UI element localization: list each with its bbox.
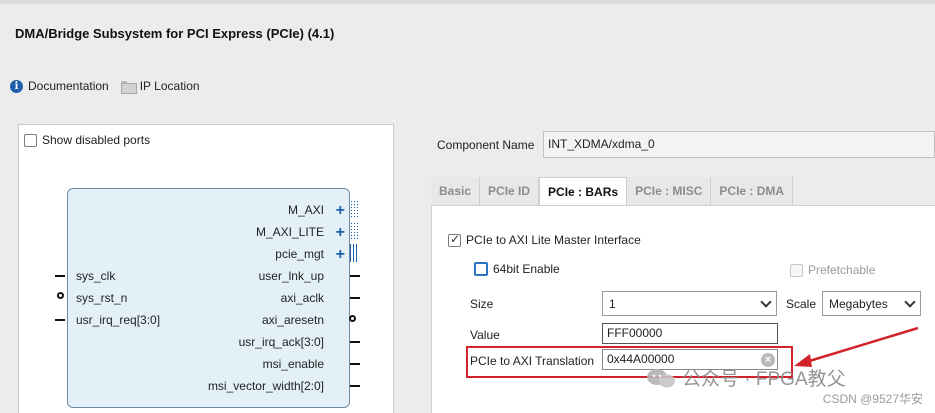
value-label: Value [470, 328, 500, 342]
bus-m-axi-lite-icon [350, 222, 359, 240]
prefetchable-checkbox[interactable]: Prefetchable [790, 263, 875, 277]
show-disabled-ports-label: Show disabled ports [42, 133, 151, 147]
port-axi-aclk: axi_aclk [280, 291, 324, 305]
toolbar: i Documentation IP Location [10, 79, 200, 94]
tab-pcie-id[interactable]: PCIe ID [480, 177, 540, 206]
documentation-label: Documentation [28, 79, 109, 93]
tab-bar: Basic PCIe ID PCIe : BARs PCIe : MISC PC… [431, 177, 794, 206]
enable64-checkbox[interactable]: 64bit Enable [474, 262, 560, 276]
enable64-label: 64bit Enable [493, 262, 560, 276]
checkbox-box[interactable] [24, 133, 37, 147]
bus-m-axi-icon [350, 200, 359, 218]
wechat-logo-icon [647, 368, 675, 387]
expand-m-axi-lite-icon[interactable]: + [336, 225, 345, 241]
pin-usr-irq-ack [350, 341, 360, 343]
port-msi-vector-width: msi_vector_width[2:0] [207, 379, 324, 393]
show-disabled-ports-checkbox[interactable]: Show disabled ports [24, 133, 150, 147]
lite-master-label: PCIe to AXI Lite Master Interface [466, 233, 641, 247]
csdn-watermark: CSDN @9527华安 [822, 392, 923, 406]
pin-sys-clk [55, 275, 65, 277]
pin-msi-vector-width [350, 385, 360, 387]
scale-label: Scale [786, 297, 817, 311]
pin-usr-irq-req [55, 319, 65, 321]
port-usr-irq-ack: usr_irq_ack[3:0] [238, 335, 324, 349]
ip-block: M_AXI M_AXI_LITE pcie_mgt user_lnk_up ax… [67, 188, 350, 408]
pin-axi-aresetn-inverted [349, 315, 356, 322]
port-sys-rst-n: sys_rst_n [76, 291, 128, 305]
size-label: Size [470, 297, 494, 311]
pin-user-lnk-up [350, 275, 360, 277]
checkbox-checked[interactable] [448, 232, 461, 247]
checkbox-box[interactable] [790, 263, 803, 277]
lite-master-checkbox[interactable]: PCIe to AXI Lite Master Interface [448, 232, 641, 247]
scale-value: Megabytes [829, 296, 888, 311]
chevron-down-icon [760, 295, 772, 308]
component-name-label: Component Name [437, 138, 535, 152]
chevron-down-icon [904, 295, 916, 308]
checkbox-box[interactable] [474, 262, 488, 276]
tab-pcie-misc[interactable]: PCIe : MISC [627, 177, 712, 206]
watermark-text: 公众号 · FPGA教父 [682, 369, 846, 390]
ip-location-button[interactable]: IP Location [120, 79, 200, 94]
port-pcie-mgt: pcie_mgt [275, 247, 324, 261]
documentation-button[interactable]: i Documentation [10, 79, 109, 93]
folder-icon [120, 80, 137, 94]
pin-msi-enable [350, 363, 360, 365]
value-field[interactable]: FFF00000 [602, 323, 778, 344]
pin-axi-aclk [350, 297, 360, 299]
ip-location-label: IP Location [139, 79, 200, 93]
component-name-field[interactable]: INT_XDMA/xdma_0 [543, 131, 935, 158]
page-title: DMA/Bridge Subsystem for PCI Express (PC… [15, 26, 335, 41]
port-axi-aresetn: axi_aresetn [261, 313, 324, 327]
size-value: 1 [609, 296, 616, 311]
port-sys-clk: sys_clk [76, 269, 116, 283]
tab-pcie-bars[interactable]: PCIe : BARs [539, 177, 628, 206]
size-select[interactable]: 1 [602, 291, 777, 316]
expand-m-axi-icon[interactable]: + [336, 203, 345, 219]
ip-symbol-panel: Show disabled ports M_AXI M_AXI_LITE pci… [18, 124, 394, 413]
port-user-lnk-up: user_lnk_up [258, 269, 324, 283]
tab-basic[interactable]: Basic [431, 177, 481, 206]
expand-pcie-mgt-icon[interactable]: + [336, 247, 345, 263]
port-usr-irq-req: usr_irq_req[3:0] [76, 313, 161, 327]
port-msi-enable: msi_enable [262, 357, 324, 371]
translation-label: PCIe to AXI Translation [470, 354, 595, 368]
prefetchable-label: Prefetchable [808, 263, 876, 277]
bus-pcie-mgt-icon [350, 244, 359, 262]
port-m-axi-lite: M_AXI_LITE [255, 225, 324, 239]
info-icon: i [10, 79, 23, 93]
top-strip [0, 0, 935, 4]
scale-select[interactable]: Megabytes [822, 291, 921, 316]
watermark: 公众号 · FPGA教父 [646, 364, 846, 391]
port-m-axi: M_AXI [287, 203, 324, 217]
tab-pcie-dma[interactable]: PCIe : DMA [711, 177, 794, 206]
pin-sys-rst-n-inverted [57, 292, 64, 299]
